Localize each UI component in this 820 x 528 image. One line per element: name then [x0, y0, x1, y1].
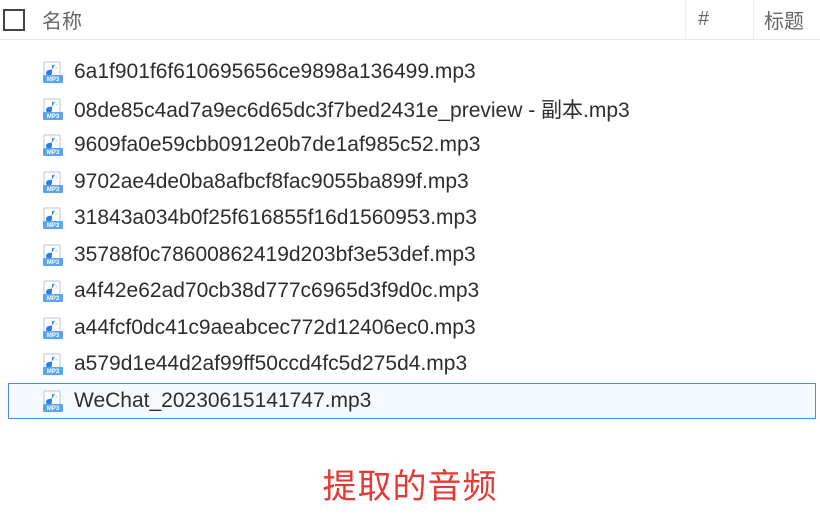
mp3-file-icon: MP3: [42, 280, 64, 302]
svg-text:MP3: MP3: [47, 114, 60, 120]
mp3-file-icon: MP3: [42, 390, 64, 412]
svg-text:MP3: MP3: [47, 150, 60, 156]
mp3-file-icon: MP3: [42, 134, 64, 156]
file-row[interactable]: MP3 35788f0c78600862419d203bf3e53def.mp3: [0, 237, 820, 274]
mp3-file-icon: MP3: [42, 134, 64, 156]
mp3-file-icon: MP3: [42, 280, 64, 302]
svg-text:MP3: MP3: [47, 333, 60, 339]
file-row[interactable]: MP3 08de85c4ad7a9ec6d65dc3f7bed2431e_pre…: [0, 91, 820, 128]
svg-text:MP3: MP3: [47, 260, 60, 266]
mp3-file-icon: MP3: [42, 207, 64, 229]
mp3-file-icon: MP3: [42, 207, 64, 229]
svg-text:MP3: MP3: [47, 406, 60, 412]
file-name: a44fcf0dc41c9aeabcec772d12406ec0.mp3: [74, 316, 476, 340]
mp3-file-icon: MP3: [42, 317, 64, 339]
column-header-row: 名称 # 标题: [0, 0, 820, 40]
mp3-file-icon: MP3: [42, 353, 64, 375]
mp3-file-icon: MP3: [42, 61, 64, 83]
mp3-file-icon: MP3: [42, 171, 64, 193]
file-row[interactable]: MP3 a44fcf0dc41c9aeabcec772d12406ec0.mp3: [0, 310, 820, 347]
file-name: 31843a034b0f25f616855f16d1560953.mp3: [74, 206, 477, 230]
file-row[interactable]: MP3 WeChat_20230615141747.mp3: [8, 383, 816, 420]
checkbox-column: [0, 9, 34, 31]
mp3-file-icon: MP3: [42, 244, 64, 266]
svg-text:MP3: MP3: [47, 296, 60, 302]
svg-text:MP3: MP3: [47, 369, 60, 375]
column-header-hash[interactable]: #: [686, 0, 754, 39]
file-row[interactable]: MP3 9609fa0e59cbb0912e0b7de1af985c52.mp3: [0, 127, 820, 164]
file-row[interactable]: MP3 a4f42e62ad70cb38d777c6965d3f9d0c.mp3: [0, 273, 820, 310]
mp3-file-icon: MP3: [42, 353, 64, 375]
svg-text:MP3: MP3: [47, 223, 60, 229]
file-name: WeChat_20230615141747.mp3: [74, 389, 371, 413]
mp3-file-icon: MP3: [42, 317, 64, 339]
file-name: 6a1f901f6f610695656ce9898a136499.mp3: [74, 60, 476, 84]
file-list: MP3 6a1f901f6f610695656ce9898a136499.mp3…: [0, 40, 820, 419]
mp3-file-icon: MP3: [42, 61, 64, 83]
file-name: 08de85c4ad7a9ec6d65dc3f7bed2431e_preview…: [74, 94, 630, 124]
file-name: 9702ae4de0ba8afbcf8fac9055ba899f.mp3: [74, 170, 469, 194]
mp3-file-icon: MP3: [42, 244, 64, 266]
mp3-file-icon: MP3: [42, 171, 64, 193]
file-name: 9609fa0e59cbb0912e0b7de1af985c52.mp3: [74, 133, 480, 157]
file-row[interactable]: MP3 6a1f901f6f610695656ce9898a136499.mp3: [0, 54, 820, 91]
mp3-file-icon: MP3: [42, 390, 64, 412]
file-row[interactable]: MP3 31843a034b0f25f616855f16d1560953.mp3: [0, 200, 820, 237]
file-row[interactable]: MP3 a579d1e44d2af99ff50ccd4fc5d275d4.mp3: [0, 346, 820, 383]
file-name: a579d1e44d2af99ff50ccd4fc5d275d4.mp3: [74, 352, 467, 376]
file-name: a4f42e62ad70cb38d777c6965d3f9d0c.mp3: [74, 279, 479, 303]
extracted-audio-caption: 提取的音频: [0, 459, 820, 508]
svg-text:MP3: MP3: [47, 77, 60, 83]
column-header-title[interactable]: 标题: [754, 0, 820, 39]
file-row[interactable]: MP3 9702ae4de0ba8afbcf8fac9055ba899f.mp3: [0, 164, 820, 201]
mp3-file-icon: MP3: [42, 98, 64, 120]
svg-text:MP3: MP3: [47, 187, 60, 193]
file-name: 35788f0c78600862419d203bf3e53def.mp3: [74, 243, 476, 267]
select-all-checkbox[interactable]: [3, 9, 25, 31]
column-header-name[interactable]: 名称: [34, 0, 686, 39]
mp3-file-icon: MP3: [42, 98, 64, 120]
